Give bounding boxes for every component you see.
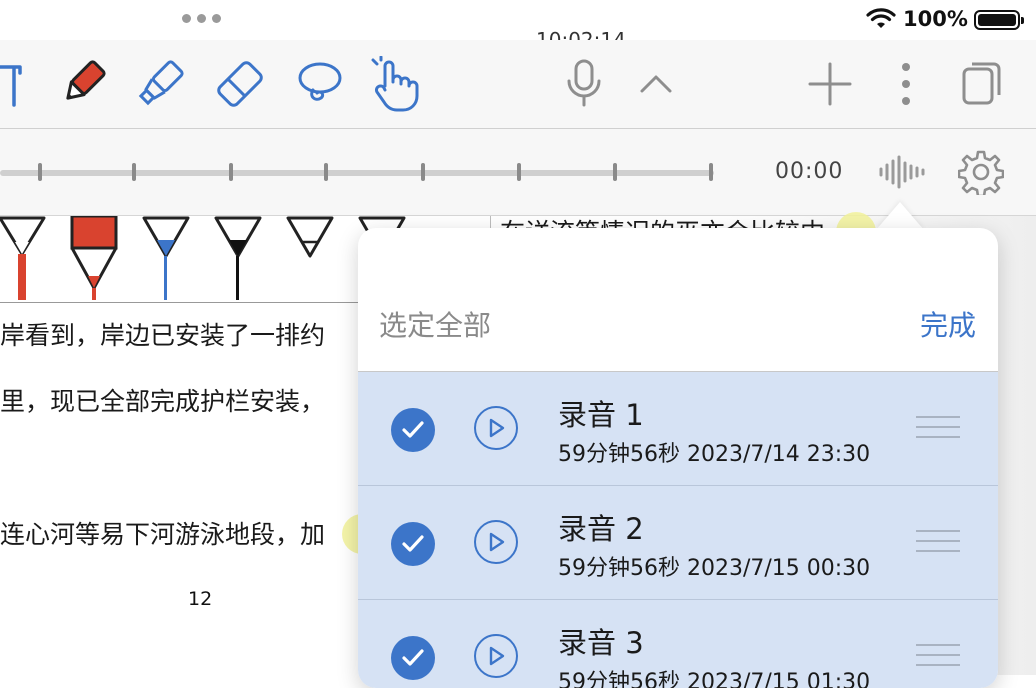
playback-time: 00:00 [775,159,844,184]
recording-details: 59分钟56秒 2023/7/15 01:30 [558,670,871,688]
more-options-icon[interactable] [878,56,934,112]
reorder-handle-icon[interactable] [916,416,960,446]
hand-pointer-icon[interactable] [368,56,424,112]
status-bar: 10:02:14 100% [0,0,1036,52]
annotation-toolbar [0,40,1036,129]
multitasking-dots-icon[interactable] [182,14,221,23]
document-text-line: 里，现已全部完成护栏安装， [0,387,326,416]
pen-black[interactable] [214,216,262,300]
recording-details: 59分钟56秒 2023/7/15 00:30 [558,556,871,581]
select-all-button[interactable]: 选定全部 [379,304,491,344]
play-icon[interactable] [474,520,518,564]
page-number: 12 [188,588,213,610]
scrubber-tick [709,163,713,181]
settings-gear-icon[interactable] [958,149,1004,195]
pen-blue[interactable] [142,216,190,300]
recording-row[interactable]: 录音 2 59分钟56秒 2023/7/15 00:30 [358,486,998,600]
pages-icon[interactable] [954,56,1010,112]
eraser-icon[interactable] [212,56,268,112]
recordings-popover: 选定全部 完成 录音 1 59分钟56秒 2023/7/14 23:30 录音 … [358,228,998,688]
microphone-icon[interactable] [556,56,612,112]
battery-percentage: 100% [903,7,968,31]
play-icon[interactable] [474,406,518,450]
recording-title: 录音 3 [558,626,644,660]
pen-gray[interactable] [286,216,334,258]
checkmark-icon[interactable] [391,636,435,680]
wifi-icon [866,8,896,28]
red-marker-icon[interactable] [54,56,110,112]
lasso-icon[interactable] [292,56,348,112]
scrubber-tick [38,163,42,181]
scrubber-tick [421,163,425,181]
checkmark-icon[interactable] [391,522,435,566]
pen-red-thin[interactable] [0,216,46,300]
pen-red-marker[interactable] [70,216,118,300]
scrubber-tick [517,163,521,181]
play-icon[interactable] [474,634,518,678]
chevron-up-icon[interactable] [628,56,684,112]
scrubber-tick [132,163,136,181]
add-icon[interactable] [802,56,858,112]
scrubber-tick [229,163,233,181]
scrubber-tick [324,163,328,181]
scrubber-tick [613,163,617,181]
recording-title: 录音 1 [558,398,644,432]
popover-header: 选定全部 完成 [358,228,998,372]
recording-title: 录音 2 [558,512,644,546]
audio-scrubber-track[interactable] [0,170,714,176]
recording-details: 59分钟56秒 2023/7/14 23:30 [558,442,871,467]
recording-row[interactable]: 录音 1 59分钟56秒 2023/7/14 23:30 [358,372,998,486]
battery-icon [974,10,1024,30]
document-text-line: 连心河等易下河游泳地段，加 [0,520,326,549]
audio-waveform-icon[interactable] [878,155,926,189]
reorder-handle-icon[interactable] [916,644,960,674]
popover-arrow [876,202,924,230]
done-button[interactable]: 完成 [920,304,976,344]
checkmark-icon[interactable] [391,408,435,452]
highlighter-icon[interactable] [132,56,188,112]
document-text-line: 岸看到，岸边已安装了一排约 [0,321,326,350]
reorder-handle-icon[interactable] [916,530,960,560]
text-tool-icon[interactable] [0,56,34,112]
